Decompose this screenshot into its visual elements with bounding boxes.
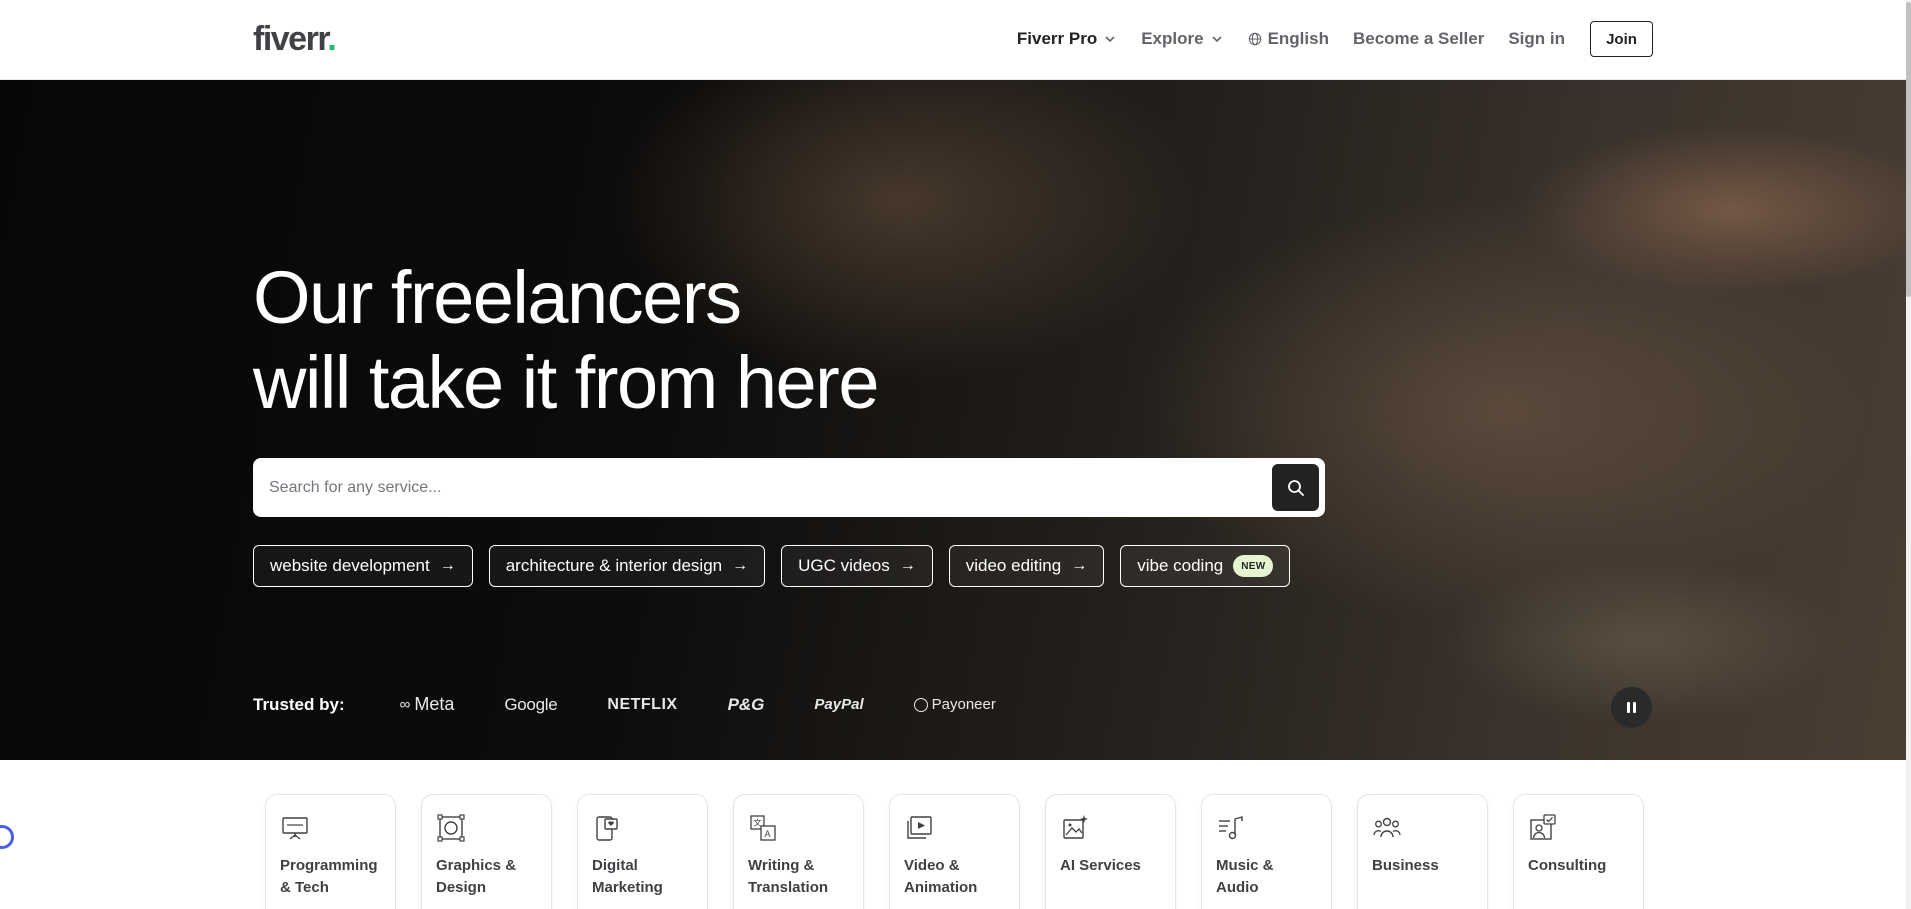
top-nav: Fiverr Pro Explore English Become a Sell… xyxy=(993,21,1653,57)
trusted-by-label: Trusted by: xyxy=(253,694,345,714)
category-video-animation[interactable]: Video & Animation xyxy=(889,794,1020,909)
search-bar xyxy=(253,458,1325,517)
trusted-by-row: Trusted by: ∞ Meta Google NETFLIX P&G Pay… xyxy=(253,694,1046,715)
arrow-right-icon: → xyxy=(732,557,749,574)
nav-sign-in[interactable]: Sign in xyxy=(1508,29,1565,49)
chip-label: UGC videos xyxy=(798,556,890,575)
floating-help-widget[interactable] xyxy=(0,825,14,849)
hero-section: Our freelancers will take it from here w… xyxy=(0,80,1906,760)
category-graphics-design[interactable]: Graphics & Design xyxy=(421,794,552,909)
pause-icon-bar xyxy=(1627,702,1630,713)
pause-icon-bar xyxy=(1633,702,1636,713)
people-group-icon xyxy=(1373,817,1401,838)
category-label: Programming & Tech xyxy=(280,857,378,896)
design-frame-icon xyxy=(437,814,465,842)
pg-logo-text: P&G xyxy=(727,694,765,714)
hero-title-line-1: Our freelancers xyxy=(253,256,742,339)
category-label: Graphics & Design xyxy=(436,857,517,896)
join-button[interactable]: Join xyxy=(1590,21,1653,57)
netflix-logo: NETFLIX xyxy=(607,696,677,714)
video-play-icon xyxy=(907,816,932,839)
phone-heart-icon xyxy=(596,816,618,841)
nav-fiverr-pro-label: Fiverr Pro xyxy=(1016,29,1098,48)
fiverr-logo[interactable]: fiverr. xyxy=(253,20,337,59)
chip-label: vibe coding xyxy=(1137,556,1224,575)
paypal-logo-text: PayPal xyxy=(814,696,864,713)
payoneer-logo: Payoneer xyxy=(913,696,996,713)
meta-infinity-icon: ∞ xyxy=(399,696,411,713)
nav-language-label: English xyxy=(1267,29,1329,48)
nav-fiverr-pro[interactable]: Fiverr Pro xyxy=(1017,29,1117,49)
category-label: Music & Audio xyxy=(1216,857,1274,896)
search-button[interactable] xyxy=(1272,464,1319,511)
payoneer-logo-text: Payoneer xyxy=(931,696,996,713)
scrollbar-thumb[interactable] xyxy=(1906,2,1911,297)
chip-label: website development xyxy=(270,556,430,575)
category-label: Writing & Translation xyxy=(748,857,829,896)
chip-video-editing[interactable]: video editing → xyxy=(948,545,1105,587)
chip-label: architecture & interior design xyxy=(505,556,723,575)
category-digital-marketing[interactable]: Digital Marketing xyxy=(577,794,708,909)
meta-logo-text: Meta xyxy=(414,694,455,714)
search-input[interactable] xyxy=(269,458,1259,517)
chip-architecture-interior-design[interactable]: architecture & interior design → xyxy=(488,545,766,587)
arrow-right-icon: → xyxy=(899,557,916,574)
nav-explore-label: Explore xyxy=(1141,29,1204,48)
paypal-logo: PayPal xyxy=(814,696,863,713)
category-label: Digital Marketing xyxy=(592,857,663,896)
category-writing-translation[interactable]: A文 Writing & Translation xyxy=(733,794,864,909)
arrow-right-icon: → xyxy=(439,557,456,574)
nav-language[interactable]: English xyxy=(1248,29,1329,49)
join-button-label: Join xyxy=(1606,30,1637,48)
nav-become-seller[interactable]: Become a Seller xyxy=(1353,29,1484,49)
category-music-audio[interactable]: Music & Audio xyxy=(1201,794,1332,909)
new-badge: NEW xyxy=(1233,555,1274,577)
nav-sign-in-label: Sign in xyxy=(1508,29,1565,48)
chip-label: video editing xyxy=(965,556,1062,575)
nav-explore[interactable]: Explore xyxy=(1141,29,1223,49)
consulting-chat-icon xyxy=(1530,814,1556,840)
category-label: Consulting xyxy=(1528,857,1607,874)
hero-title-line-2: will take it from here xyxy=(253,341,879,424)
hero-title: Our freelancers will take it from here xyxy=(253,255,879,425)
chip-vibe-coding[interactable]: vibe coding NEW xyxy=(1120,545,1291,587)
globe-icon xyxy=(1248,32,1261,46)
music-note-icon xyxy=(1219,816,1243,840)
meta-logo: ∞ Meta xyxy=(400,694,455,715)
site-header: fiverr. Fiverr Pro Explore English Becom… xyxy=(0,0,1906,80)
category-ai-services[interactable]: AI Services xyxy=(1045,794,1176,909)
chip-ugc-videos[interactable]: UGC videos → xyxy=(781,545,933,587)
svg-text:A: A xyxy=(765,829,771,839)
category-business[interactable]: Business xyxy=(1357,794,1488,909)
translate-icon: A文 xyxy=(750,815,776,841)
arrow-right-icon: → xyxy=(1071,557,1088,574)
chip-website-development[interactable]: website development → xyxy=(253,545,473,587)
category-label: Video & Animation xyxy=(904,857,978,896)
logo-dot: . xyxy=(327,20,336,58)
search-icon xyxy=(1287,479,1304,496)
category-label: AI Services xyxy=(1060,857,1141,874)
category-label: Business xyxy=(1372,857,1439,874)
ai-image-icon xyxy=(1063,815,1088,839)
popular-searches: website development → architecture & int… xyxy=(253,545,1291,587)
google-logo: Google xyxy=(504,695,557,715)
netflix-logo-text: NETFLIX xyxy=(607,695,678,713)
chevron-down-icon xyxy=(1211,36,1222,43)
monitor-presentation-icon xyxy=(282,817,308,840)
logo-text: fiverr xyxy=(253,20,329,58)
video-pause-button[interactable] xyxy=(1611,687,1652,728)
google-logo-text: Google xyxy=(504,694,558,714)
svg-text:文: 文 xyxy=(754,818,762,828)
page-scrollbar[interactable] xyxy=(1906,0,1911,909)
category-consulting[interactable]: Consulting xyxy=(1513,794,1644,909)
chevron-down-icon xyxy=(1105,36,1115,43)
category-programming-tech[interactable]: Programming & Tech xyxy=(265,794,396,909)
pg-logo: P&G xyxy=(728,695,765,715)
payoneer-ring-icon xyxy=(913,697,928,712)
category-strip: Programming & Tech Graphics & Design Dig… xyxy=(265,794,1644,909)
nav-become-seller-label: Become a Seller xyxy=(1352,29,1485,48)
